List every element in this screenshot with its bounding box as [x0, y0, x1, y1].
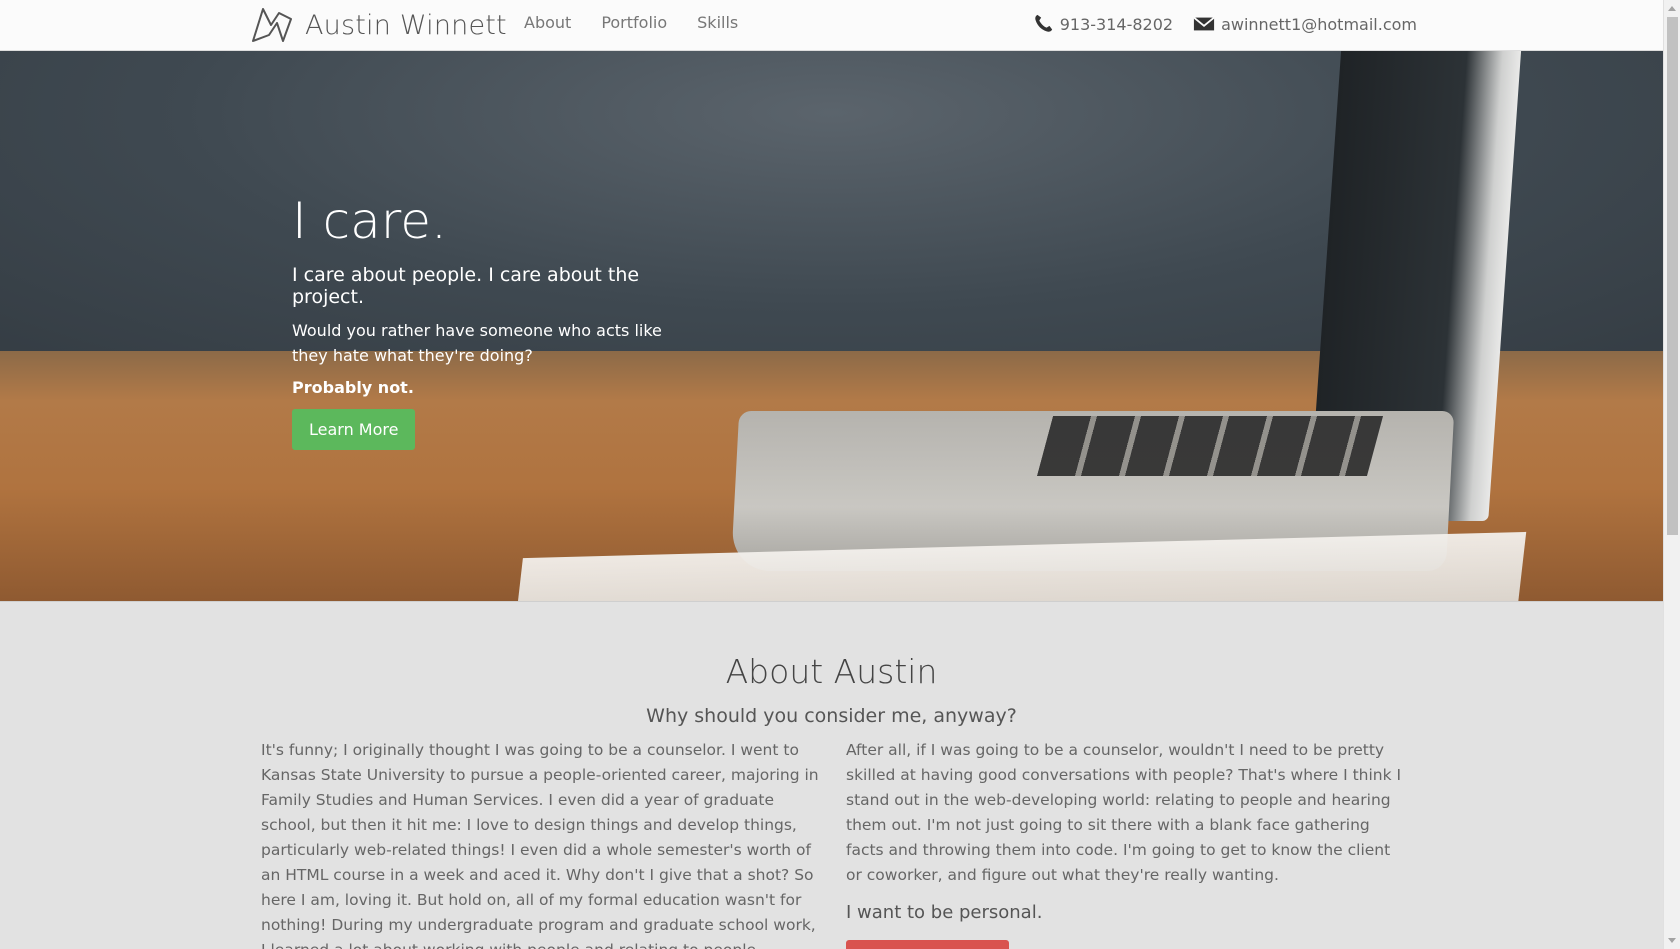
about-left-column: It's funny; I originally thought I was g…: [261, 738, 821, 949]
laptop-keyboard-image: [1036, 416, 1384, 476]
hero-lead: I care about people. I care about the pr…: [292, 264, 640, 308]
hero-text: Would you rather have someone who acts l…: [292, 321, 662, 365]
hero-section: I care. I care about people. I care abou…: [0, 51, 1663, 601]
envelope-icon: [1193, 16, 1215, 31]
brand-logo-icon: [252, 8, 292, 42]
nav-link-about[interactable]: About: [524, 13, 571, 32]
hero-content: I care. I care about people. I care abou…: [292, 192, 712, 450]
about-left-text: It's funny; I originally thought I was g…: [261, 741, 819, 949]
about-section: About Austin Why should you consider me,…: [0, 601, 1663, 949]
about-right-strong: I want to be personal.: [846, 902, 1043, 923]
brand[interactable]: Austin Winnett: [251, 3, 507, 47]
about-right-text: After all, if I was going to be a counse…: [846, 741, 1402, 884]
contact-phone[interactable]: 913-314-8202: [1032, 13, 1173, 35]
scroll-down-arrow-icon[interactable]: [1668, 938, 1676, 943]
contact-email[interactable]: awinnett1@hotmail.com: [1193, 13, 1417, 35]
about-right-column: After all, if I was going to be a counse…: [846, 738, 1406, 925]
nav-links: About Portfolio Skills: [524, 13, 738, 32]
email-address: awinnett1@hotmail.com: [1221, 14, 1417, 34]
about-red-button[interactable]: [846, 940, 1009, 949]
scrollbar[interactable]: [1663, 0, 1680, 949]
scroll-thumb[interactable]: [1667, 17, 1678, 535]
hero-title: I care.: [292, 192, 447, 250]
hero-strong: Probably not.: [292, 378, 414, 397]
scroll-up-arrow-icon[interactable]: [1668, 6, 1676, 11]
nav-link-portfolio[interactable]: Portfolio: [601, 13, 667, 32]
nav-link-skills[interactable]: Skills: [697, 13, 738, 32]
about-subtitle: Why should you consider me, anyway?: [646, 705, 1017, 727]
phone-number: 913-314-8202: [1059, 14, 1174, 34]
contact-info: 913-314-8202 awinnett1@hotmail.com: [1032, 13, 1417, 35]
learn-more-button[interactable]: Learn More: [292, 409, 416, 450]
navbar: Austin Winnett About Portfolio Skills 91…: [0, 0, 1663, 51]
brand-name: Austin Winnett: [305, 9, 507, 41]
about-title: About Austin: [725, 652, 938, 691]
phone-icon: [1035, 14, 1052, 32]
